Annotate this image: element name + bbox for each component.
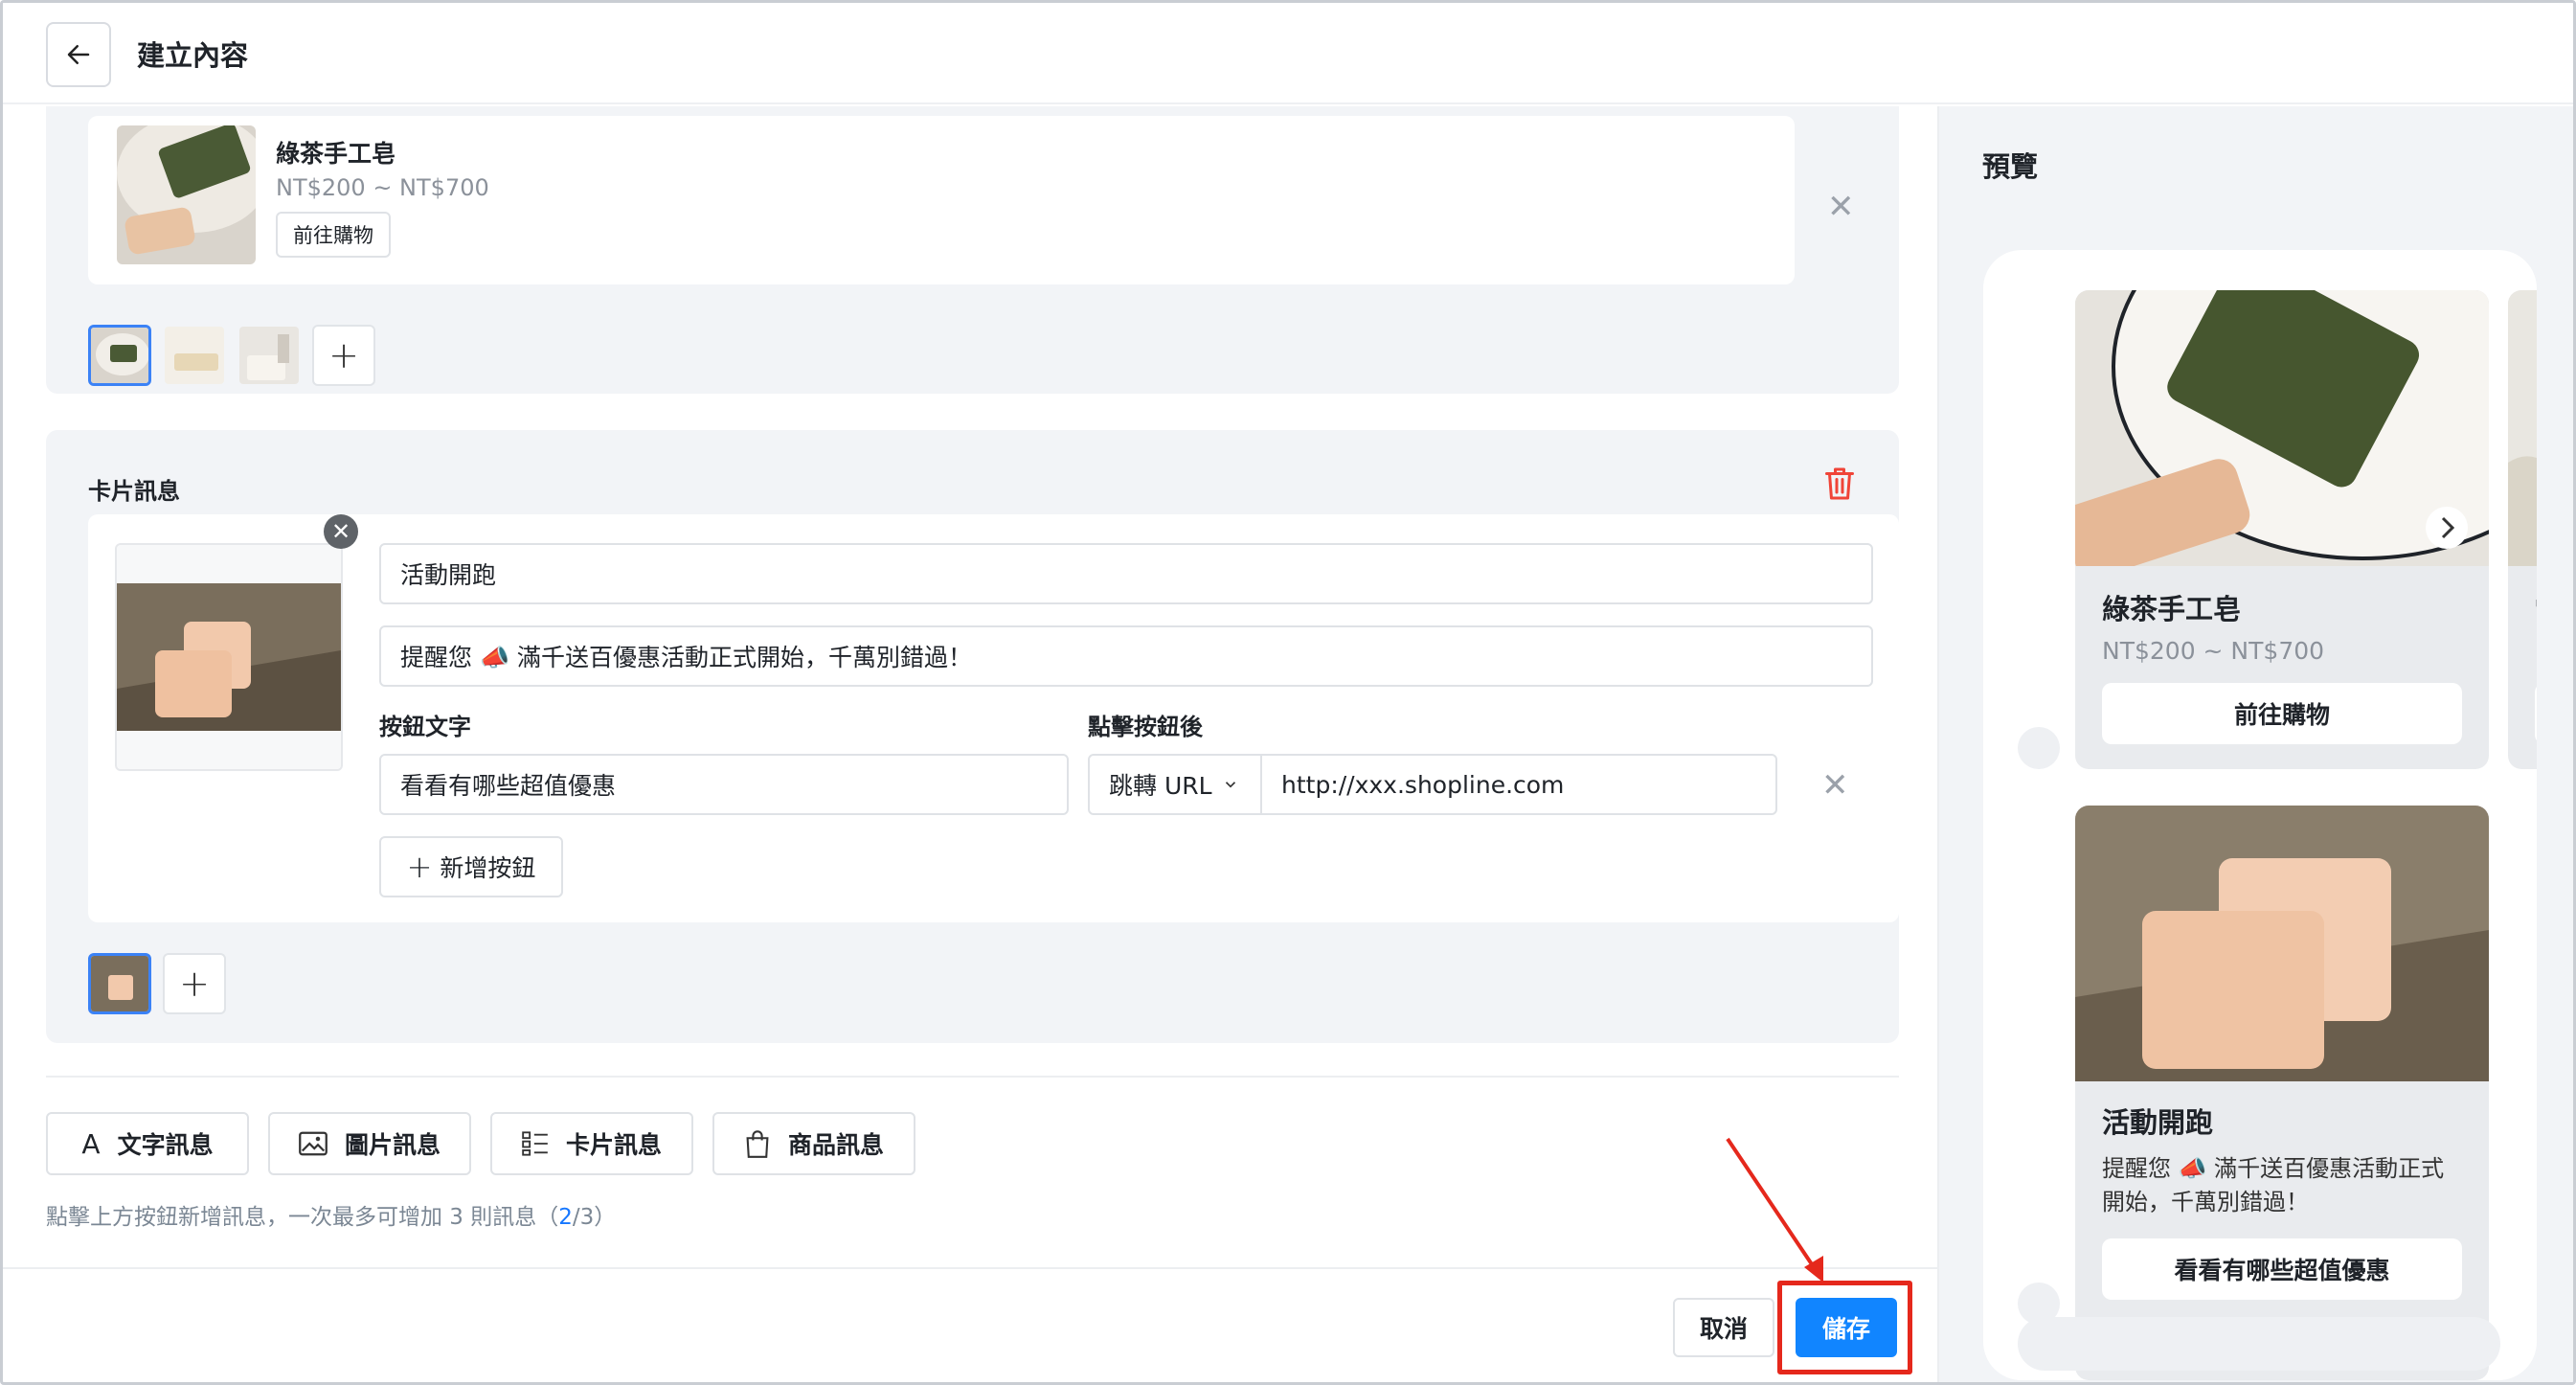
preview-product-image <box>2075 290 2489 566</box>
annotation-arrow <box>1726 1137 1823 1283</box>
divider <box>46 1076 1899 1078</box>
remove-product-icon[interactable]: ✕ <box>1827 191 1855 223</box>
product-thumb-2[interactable] <box>163 325 226 386</box>
product-image <box>117 125 256 264</box>
preview-next-card-name: 雪 <box>2535 587 2537 627</box>
preview-title: 預覽 <box>1982 150 2039 183</box>
preview-next-card-button <box>2535 683 2537 744</box>
app-window: 建立內容 綠茶手工皂 NT$200 ~ NT$700 前往購物 ✕ + 卡片訊息… <box>0 0 2576 1385</box>
remove-image-icon[interactable]: ✕ <box>324 514 358 549</box>
card-description-input[interactable]: 提醒您 📣 滿千送百優惠活動正式開始，千萬別錯過！ <box>379 625 1873 687</box>
cancel-button[interactable]: 取消 <box>1673 1298 1774 1357</box>
after-click-label: 點擊按鈕後 <box>1088 714 1203 740</box>
preview-promo-button: 看看有哪些超值優惠 <box>2102 1238 2462 1300</box>
avatar <box>2018 727 2060 769</box>
url-input[interactable]: http://xxx.shopline.com <box>1260 754 1777 815</box>
product-message-label: 商品訊息 <box>787 1131 884 1159</box>
preview-next-card-price: N <box>2535 637 2537 665</box>
card-message-section: 卡片訊息 ✕ 活動開跑 提醒您 📣 滿千送百優惠活動正式開始，千萬別錯過！ 按鈕… <box>46 430 1899 1043</box>
list-icon <box>522 1131 548 1156</box>
trash-icon[interactable] <box>1822 465 1857 503</box>
section-title: 卡片訊息 <box>88 478 180 505</box>
text-message-label: 文字訊息 <box>117 1131 214 1159</box>
editor-area: 綠茶手工皂 NT$200 ~ NT$700 前往購物 ✕ + 卡片訊息 ✕ 活動… <box>3 106 1937 1267</box>
shopping-bag-icon <box>746 1130 769 1158</box>
preview-promo-title: 活動開跑 <box>2102 1106 2214 1139</box>
action-type-select[interactable]: 跳轉 URL <box>1088 754 1262 815</box>
preview-promo-image <box>2075 806 2489 1081</box>
preview-next-card: 雪 N <box>2508 290 2537 769</box>
back-button[interactable] <box>46 22 111 87</box>
preview-shop-button: 前往購物 <box>2102 683 2462 744</box>
hint-count: 2 <box>558 1205 573 1230</box>
chevron-down-icon <box>1225 782 1235 788</box>
add-message-hint: 點擊上方按鈕新增訊息，一次最多可增加 3 則訊息（2/3） <box>46 1198 616 1231</box>
preview-input-bar <box>2018 1317 2500 1371</box>
product-message-section: 綠茶手工皂 NT$200 ~ NT$700 前往購物 ✕ + <box>46 106 1899 394</box>
hint-text: 點擊上方按鈕新增訊息，一次最多可增加 3 則訊息（ <box>46 1205 559 1230</box>
preview-promo-text: 提醒您 📣 滿千送百優惠活動正式開始，千萬別錯過！ <box>2102 1155 2445 1215</box>
preview-promo-card: 活動開跑 提醒您 📣 滿千送百優惠活動正式開始，千萬別錯過！ 看看有哪些超值優惠 <box>2075 806 2489 1380</box>
text-message-button[interactable]: A 文字訊息 <box>46 1112 249 1175</box>
annotation-highlight-box <box>1777 1281 1912 1374</box>
card-title-input[interactable]: 活動開跑 <box>379 543 1873 604</box>
preview-product-card: 綠茶手工皂 NT$200 ~ NT$700 前往購物 <box>2075 290 2489 769</box>
button-text-label: 按鈕文字 <box>379 714 471 740</box>
add-card-button[interactable]: + <box>163 953 226 1014</box>
arrow-left-icon <box>67 45 90 64</box>
phone-preview: 綠茶手工皂 NT$200 ~ NT$700 前往購物 雪 N 活動開跑 <box>1983 250 2537 1380</box>
letter-a-icon: A <box>81 1127 101 1160</box>
product-message-button[interactable]: 商品訊息 <box>712 1112 915 1175</box>
card-thumb-1[interactable] <box>88 953 151 1014</box>
remove-button-icon[interactable]: ✕ <box>1821 769 1849 802</box>
page-title: 建立內容 <box>137 39 249 72</box>
add-button-button[interactable]: + 新增按鈕 <box>379 836 563 897</box>
product-thumb-1[interactable] <box>88 325 151 386</box>
go-shopping-button[interactable]: 前往購物 <box>276 212 391 258</box>
add-button-label: 新增按鈕 <box>440 854 536 882</box>
add-product-button[interactable]: + <box>312 325 375 386</box>
card-message-label: 卡片訊息 <box>565 1131 662 1159</box>
page-header: 建立內容 <box>3 3 2573 104</box>
action-type-value: 跳轉 URL <box>1109 772 1212 800</box>
image-icon <box>299 1131 328 1156</box>
preview-product-price: NT$200 ~ NT$700 <box>2102 637 2325 665</box>
image-message-button[interactable]: 圖片訊息 <box>268 1112 471 1175</box>
hint-suffix: /3） <box>572 1205 617 1230</box>
product-price: NT$200 ~ NT$700 <box>276 174 489 201</box>
card-image[interactable] <box>115 543 343 771</box>
preview-product-name: 綠茶手工皂 <box>2102 593 2242 625</box>
card-message-button[interactable]: 卡片訊息 <box>490 1112 693 1175</box>
image-message-label: 圖片訊息 <box>344 1131 441 1159</box>
footer-divider <box>3 1267 1937 1269</box>
plus-icon: + <box>406 849 433 885</box>
product-name: 綠茶手工皂 <box>276 140 396 168</box>
card-editor: ✕ 活動開跑 提醒您 📣 滿千送百優惠活動正式開始，千萬別錯過！ 按鈕文字 點擊… <box>88 514 1899 922</box>
preview-panel: 預覽 綠茶手工皂 NT$200 ~ NT$700 前往購物 雪 <box>1937 106 2573 1382</box>
button-text-input[interactable]: 看看有哪些超值優惠 <box>379 754 1069 815</box>
product-thumb-3[interactable] <box>237 325 301 386</box>
